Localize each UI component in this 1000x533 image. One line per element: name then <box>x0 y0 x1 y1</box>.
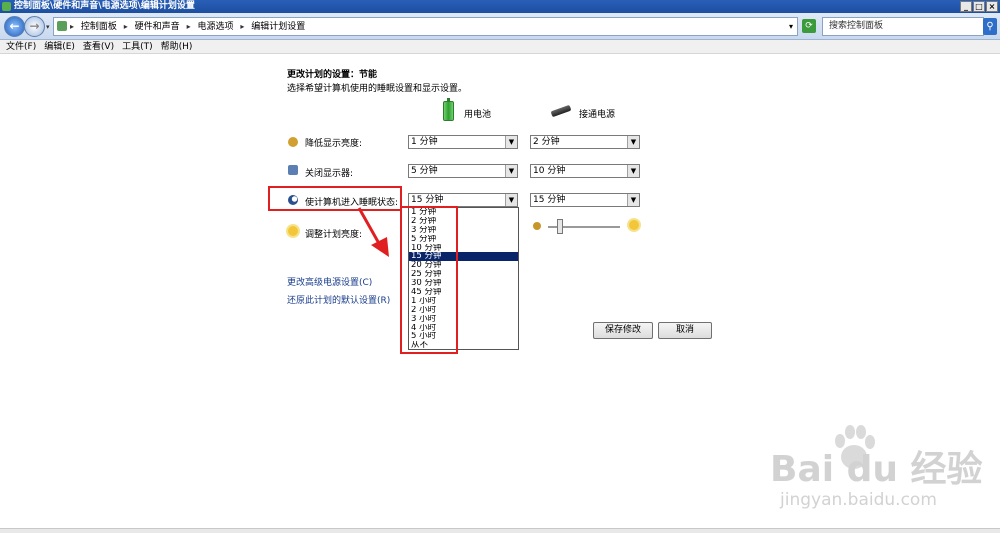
title-bar: 控制面板\硬件和声音\电源选项\编辑计划设置 _ □ × <box>0 0 1000 13</box>
address-dropdown-icon[interactable]: ▾ <box>789 18 793 35</box>
breadcrumb-control-panel[interactable]: 控制面板 <box>81 22 117 32</box>
plug-icon <box>550 104 572 118</box>
watermark-url: jingyan.baidu.com <box>780 490 937 510</box>
chevron-down-icon: ▼ <box>505 194 517 206</box>
chevron-down-icon: ▼ <box>627 194 639 206</box>
turn-off-display-label: 关闭显示器: <box>305 169 354 179</box>
dim-display-battery-select[interactable]: 1 分钟 ▼ <box>408 135 518 149</box>
page-subtitle: 选择希望计算机使用的睡眠设置和显示设置。 <box>287 84 468 94</box>
menu-tools[interactable]: 工具(T) <box>122 40 153 53</box>
status-bar <box>0 528 1000 533</box>
page-title: 更改计划的设置：节能 <box>287 70 378 80</box>
brightness-slider-thumb[interactable] <box>557 219 563 234</box>
annotation-box-options <box>400 206 458 354</box>
chevron-down-icon: ▼ <box>505 165 517 177</box>
cancel-button[interactable]: 取消 <box>658 322 712 339</box>
chevron-down-icon: ▼ <box>627 136 639 148</box>
battery-icon <box>443 98 454 121</box>
watermark-brand: Bai du 经验 <box>770 449 983 490</box>
breadcrumb-edit-plan[interactable]: 编辑计划设置 <box>251 22 305 32</box>
turn-off-display-battery-select[interactable]: 5 分钟 ▼ <box>408 164 518 178</box>
back-button[interactable]: ← <box>4 16 25 37</box>
column-battery: 用电池 <box>464 110 492 120</box>
brightness-high-icon <box>629 220 639 230</box>
history-dropdown-icon[interactable]: ▾ <box>46 23 50 31</box>
restore-defaults-link[interactable]: 还原此计划的默认设置(R) <box>287 293 390 306</box>
forward-button[interactable]: → <box>24 16 45 37</box>
breadcrumb-power-options[interactable]: 电源选项 <box>197 22 233 32</box>
save-button[interactable]: 保存修改 <box>593 322 653 339</box>
refresh-icon[interactable]: ⟳ <box>802 19 816 33</box>
advanced-power-settings-link[interactable]: 更改高级电源设置(C) <box>287 275 372 288</box>
dim-display-icon <box>288 137 298 147</box>
menu-edit[interactable]: 编辑(E) <box>44 40 75 53</box>
address-toolbar: ← → ▾ ▸ 控制面板 ▸ 硬件和声音 ▸ 电源选项 ▸ 编辑计划设置 ▾ ⟳… <box>0 13 1000 40</box>
address-bar[interactable]: ▸ 控制面板 ▸ 硬件和声音 ▸ 电源选项 ▸ 编辑计划设置 ▾ <box>53 17 798 36</box>
search-icon[interactable]: ⚲ <box>983 18 997 35</box>
window-controls: _ □ × <box>960 1 998 12</box>
chevron-down-icon: ▼ <box>505 136 517 148</box>
menu-file[interactable]: 文件(F) <box>6 40 36 53</box>
window-title: 控制面板\硬件和声音\电源选项\编辑计划设置 <box>14 1 195 11</box>
brightness-low-icon <box>533 222 541 230</box>
search-input[interactable]: 搜索控制面板 <box>822 17 984 36</box>
menu-help[interactable]: 帮助(H) <box>161 40 193 53</box>
minimize-button[interactable]: _ <box>960 1 972 12</box>
sleep-plugged-select[interactable]: 15 分钟 ▼ <box>530 193 640 207</box>
control-panel-icon <box>57 21 67 31</box>
chevron-down-icon: ▼ <box>627 165 639 177</box>
breadcrumb-hardware-sound[interactable]: 硬件和声音 <box>135 22 180 32</box>
annotation-arrow-icon <box>357 207 389 257</box>
menu-bar: 文件(F) 编辑(E) 查看(V) 工具(T) 帮助(H) <box>0 40 1000 54</box>
control-panel-icon <box>2 2 11 11</box>
sleep-battery-select[interactable]: 15 分钟 ▼ <box>408 193 518 207</box>
maximize-button[interactable]: □ <box>973 1 985 12</box>
close-button[interactable]: × <box>986 1 998 12</box>
dim-display-label: 降低显示亮度: <box>305 139 363 149</box>
menu-view[interactable]: 查看(V) <box>83 40 114 53</box>
brightness-label: 调整计划亮度: <box>305 230 363 240</box>
turn-off-display-plugged-select[interactable]: 10 分钟 ▼ <box>530 164 640 178</box>
dim-display-plugged-select[interactable]: 2 分钟 ▼ <box>530 135 640 149</box>
monitor-icon <box>288 165 298 175</box>
brightness-icon <box>288 226 298 236</box>
column-plugged: 接通电源 <box>579 110 616 120</box>
